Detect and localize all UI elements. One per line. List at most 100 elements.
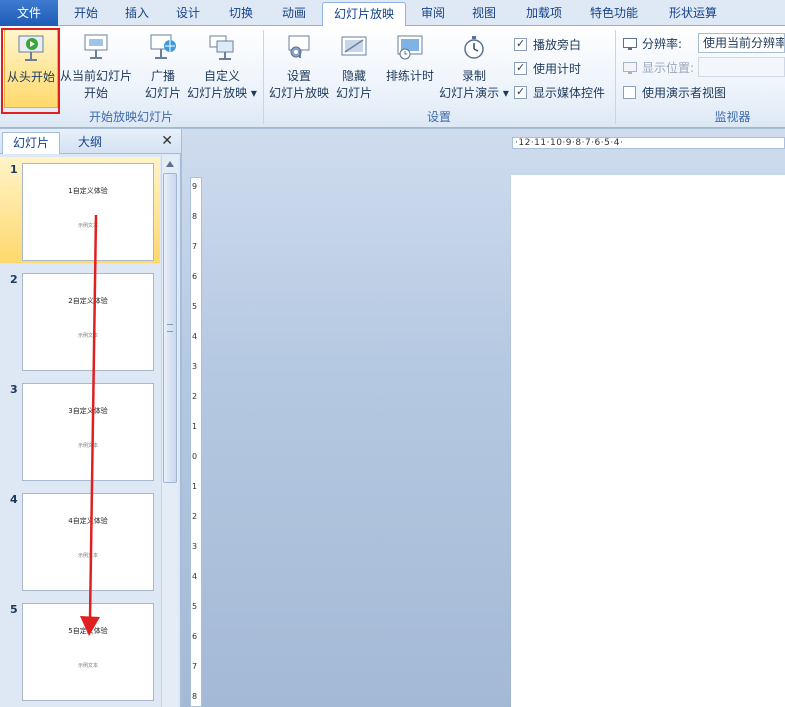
presenter-view-checkbox[interactable]: 使用演示者视图 — [623, 84, 726, 101]
ruler-mark: 8 — [192, 212, 198, 221]
resolution-dropdown[interactable]: 使用当前分辨率 — [698, 33, 785, 53]
rehearse-timings-button[interactable]: 排练计时 — [382, 28, 438, 108]
slide-canvas[interactable] — [511, 175, 785, 707]
checkbox-box[interactable] — [623, 86, 636, 99]
tab-shape-ops[interactable]: 形状运算 — [652, 0, 734, 26]
monitor-icon — [623, 38, 637, 50]
tab-slideshow[interactable]: 幻灯片放映 — [322, 2, 406, 27]
thumbnail-scrollbar[interactable] — [161, 155, 178, 707]
slide-thumbnail[interactable]: 5自定义体验 示例文本 — [22, 603, 154, 701]
from-current-slide-button[interactable]: 从当前幻灯片 开始 — [60, 28, 132, 108]
tab-design[interactable]: 设计 — [162, 0, 214, 26]
play-from-start-icon — [18, 35, 44, 61]
tab-insert[interactable]: 插入 — [112, 0, 162, 26]
slide-thumbnail-row[interactable]: 1 1自定义体验 示例文本 — [0, 157, 160, 263]
ruler-mark: 9 — [192, 182, 198, 191]
tab-special-features[interactable]: 特色功能 — [578, 0, 650, 26]
resolution-label: 分辨率: — [642, 37, 683, 51]
checkbox-box[interactable] — [514, 37, 527, 51]
group-label-monitors: 监视器 — [714, 110, 751, 124]
slide-number: 2 — [10, 273, 18, 286]
thumbnail-subtitle: 示例文本 — [77, 223, 98, 229]
display-position-label: 显示位置: — [642, 61, 695, 75]
setup-slideshow-label-2: 幻灯片放映 — [268, 86, 329, 100]
slide-number: 4 — [10, 493, 18, 506]
tab-slides[interactable]: 幻灯片 — [2, 132, 60, 154]
ribbon-tab-bar: 文件 开始 插入 设计 切换 动画 幻灯片放映 审阅 视图 加载项 特色功能 形… — [0, 0, 785, 27]
checkbox-box[interactable] — [514, 61, 527, 75]
show-media-controls-label: 显示媒体控件 — [533, 86, 606, 100]
tab-addins[interactable]: 加载项 — [512, 0, 576, 26]
scroll-up-arrow-icon[interactable] — [166, 161, 174, 167]
slide-number: 1 — [10, 163, 18, 176]
custom-slideshow-label-1: 自定义 — [203, 69, 240, 83]
record-slideshow-button[interactable]: 录制 幻灯片演示 ▾ — [438, 28, 510, 108]
grip-icon — [167, 324, 173, 332]
display-monitor-icon — [623, 62, 637, 74]
hide-slide-label-2: 幻灯片 — [335, 86, 372, 100]
record-stopwatch-icon — [464, 36, 484, 59]
tab-home[interactable]: 开始 — [60, 0, 112, 26]
slide-number: 5 — [10, 603, 18, 616]
ruler-mark: 5 — [192, 302, 198, 311]
group-separator — [615, 30, 616, 124]
slide-thumbnail-row[interactable]: 2 2自定义体验 示例文本 — [0, 267, 160, 373]
thumbnail-subtitle: 示例文本 — [77, 553, 98, 559]
ruler-mark: 1 — [192, 422, 198, 431]
slide-thumbnail-row[interactable]: 5 5自定义体验 示例文本 — [0, 597, 160, 703]
group-label-start-slideshow: 开始放映幻灯片 — [88, 110, 173, 124]
thumbnail-subtitle: 示例文本 — [77, 663, 98, 669]
slide-number: 3 — [10, 383, 18, 396]
play-from-current-icon — [84, 34, 108, 59]
setup-slideshow-icon — [288, 35, 310, 58]
slide-thumbnail[interactable]: 4自定义体验 示例文本 — [22, 493, 154, 591]
presenter-view-label: 使用演示者视图 — [642, 86, 727, 100]
thumbnail-title: 1自定义体验 — [68, 187, 108, 195]
tab-review[interactable]: 审阅 — [408, 0, 458, 26]
ruler-mark: 6 — [192, 632, 198, 641]
broadcast-slideshow-button[interactable]: 广播 幻灯片 — [140, 28, 186, 108]
slide-thumbnail[interactable]: 1自定义体验 示例文本 — [22, 163, 154, 261]
tab-outline[interactable]: 大纲 — [62, 132, 118, 154]
slides-pane: 幻灯片 大纲 ✕ 1 1自定义体验 示例文本 2 2自定义体验 示例文本 3 3… — [0, 129, 181, 707]
use-timings-checkbox[interactable]: 使用计时 — [514, 60, 581, 77]
scrollbar-thumb[interactable] — [163, 173, 177, 483]
rehearse-timings-icon — [397, 35, 423, 60]
show-media-controls-checkbox[interactable]: 显示媒体控件 — [514, 84, 605, 101]
ruler-mark: 4 — [192, 332, 198, 341]
close-pane-icon[interactable]: ✕ — [161, 133, 173, 149]
broadcast-label-2: 幻灯片 — [144, 86, 181, 100]
slide-thumbnail[interactable]: 3自定义体验 示例文本 — [22, 383, 154, 481]
ruler-mark: 2 — [192, 512, 198, 521]
watermark-brand: Bai du 经验 — [611, 656, 766, 686]
slide-editor-area: ·12·11·10·9·8·7·6·5·4· 9 8 7 6 5 4 3 2 1… — [182, 129, 785, 707]
slide-thumbnail[interactable]: 2自定义体验 示例文本 — [22, 273, 154, 371]
horizontal-ruler: ·12·11·10·9·8·7·6·5·4· — [512, 137, 785, 149]
slide-thumbnail-list: 1 1自定义体验 示例文本 2 2自定义体验 示例文本 3 3自定义体验 示例文… — [0, 155, 160, 707]
rehearse-timings-label: 排练计时 — [385, 69, 434, 83]
group-label-setup: 设置 — [426, 110, 451, 124]
setup-slideshow-label-1: 设置 — [286, 69, 311, 83]
tab-animations[interactable]: 动画 — [268, 0, 320, 26]
ruler-mark: 4 — [192, 572, 198, 581]
custom-slideshow-button[interactable]: 自定义 幻灯片放映 ▾ — [186, 28, 258, 108]
custom-slideshow-label-2: 幻灯片放映 ▾ — [187, 86, 257, 100]
checkbox-box[interactable] — [514, 85, 527, 99]
ribbon: 从头开始 从当前幻灯片 开始 广播 幻灯片 自定义 幻灯片放映 ▾ 开始放映幻灯… — [0, 26, 785, 128]
file-tab[interactable]: 文件 — [0, 0, 58, 26]
slide-thumbnail-row[interactable]: 4 4自定义体验 示例文本 — [0, 487, 160, 593]
broadcast-label-1: 广播 — [150, 69, 175, 83]
from-beginning-button[interactable]: 从头开始 — [4, 28, 58, 108]
hide-slide-button[interactable]: 隐藏 幻灯片 — [332, 28, 376, 108]
setup-slideshow-button[interactable]: 设置 幻灯片放映 — [266, 28, 332, 108]
from-current-label-1: 从当前幻灯片 — [60, 69, 133, 83]
ruler-mark: 6 — [192, 272, 198, 281]
play-narrations-checkbox[interactable]: 播放旁白 — [514, 36, 581, 53]
slide-thumbnail-row[interactable]: 3 3自定义体验 示例文本 — [0, 377, 160, 483]
tab-transitions[interactable]: 切换 — [214, 0, 268, 26]
display-position-dropdown[interactable] — [698, 57, 785, 77]
tab-view[interactable]: 视图 — [458, 0, 510, 26]
record-slideshow-label-2: 幻灯片演示 ▾ — [439, 86, 509, 100]
ruler-mark: 7 — [192, 242, 198, 251]
thumbnail-subtitle: 示例文本 — [77, 443, 98, 449]
